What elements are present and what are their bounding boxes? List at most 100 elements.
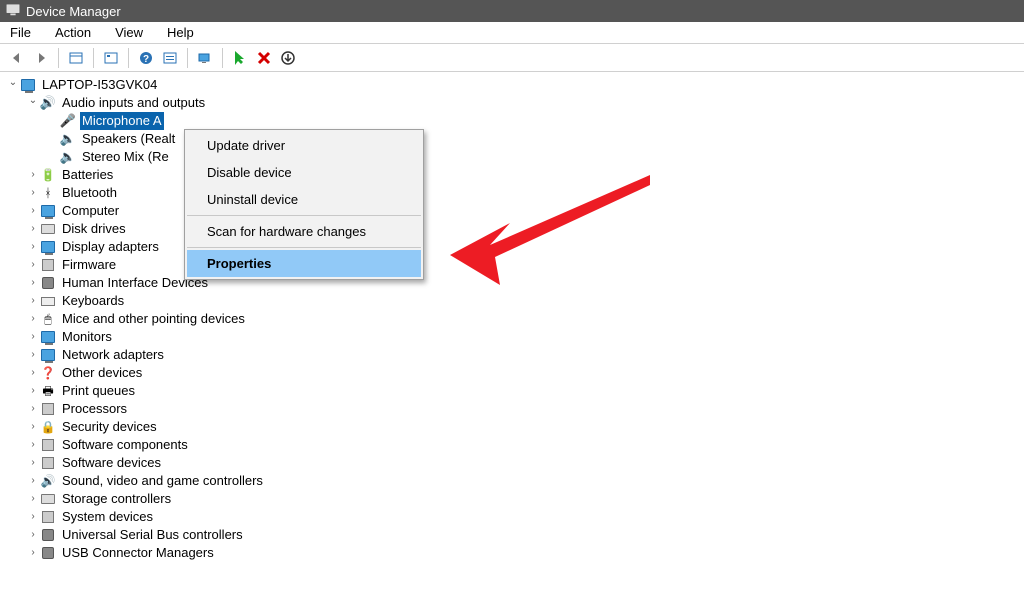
properties-button[interactable] <box>100 47 122 69</box>
category-node[interactable]: Human Interface Devices <box>26 274 1024 292</box>
chevron-right-icon[interactable] <box>26 310 40 328</box>
speaker-icon: 🔈 <box>60 131 76 147</box>
chevron-right-icon[interactable] <box>26 256 40 274</box>
category-node[interactable]: Storage controllers <box>26 490 1024 508</box>
category-label: Keyboards <box>60 292 126 310</box>
context-properties[interactable]: Properties <box>187 250 421 277</box>
chevron-right-icon[interactable] <box>26 220 40 238</box>
back-button[interactable] <box>6 47 28 69</box>
chevron-right-icon[interactable] <box>26 364 40 382</box>
context-update-driver[interactable]: Update driver <box>187 132 421 159</box>
category-node[interactable]: Monitors <box>26 328 1024 346</box>
chevron-right-icon[interactable] <box>26 490 40 508</box>
device-label: Microphone A <box>80 112 164 130</box>
menu-help[interactable]: Help <box>163 23 198 42</box>
chevron-right-icon[interactable] <box>26 238 40 256</box>
category-node[interactable]: Network adapters <box>26 346 1024 364</box>
enable-button[interactable] <box>229 47 251 69</box>
category-node[interactable]: Firmware <box>26 256 1024 274</box>
chevron-down-icon[interactable] <box>6 76 20 94</box>
scan-hardware-button[interactable] <box>194 47 216 69</box>
mice-and-other-pointing-devices-icon: 🖱 <box>40 311 56 327</box>
category-node[interactable]: Universal Serial Bus controllers <box>26 526 1024 544</box>
show-hidden-button[interactable] <box>65 47 87 69</box>
context-disable-device[interactable]: Disable device <box>187 159 421 186</box>
category-node[interactable]: 🔒Security devices <box>26 418 1024 436</box>
category-node[interactable]: Computer <box>26 202 1024 220</box>
chevron-right-icon[interactable] <box>26 400 40 418</box>
processors-icon <box>40 401 56 417</box>
display-adapters-icon <box>40 239 56 255</box>
toolbar: ? <box>0 44 1024 72</box>
category-node[interactable]: USB Connector Managers <box>26 544 1024 562</box>
category-node[interactable]: System devices <box>26 508 1024 526</box>
other-devices-icon: ❓ <box>40 365 56 381</box>
chevron-right-icon[interactable] <box>26 328 40 346</box>
category-node[interactable]: Keyboards <box>26 292 1024 310</box>
disk-drives-icon <box>40 221 56 237</box>
category-audio[interactable]: 🔊 Audio inputs and outputs <box>26 94 1024 112</box>
category-label: Network adapters <box>60 346 166 364</box>
category-node[interactable]: 🔋Batteries <box>26 166 1024 184</box>
toolbar-separator <box>58 48 59 68</box>
universal-serial-bus-controllers-icon <box>40 527 56 543</box>
action-button[interactable] <box>159 47 181 69</box>
menu-file[interactable]: File <box>6 23 35 42</box>
category-node[interactable]: Software components <box>26 436 1024 454</box>
chevron-right-icon[interactable] <box>26 292 40 310</box>
category-node[interactable]: ❓Other devices <box>26 364 1024 382</box>
context-scan-hardware[interactable]: Scan for hardware changes <box>187 218 421 245</box>
menu-view[interactable]: View <box>111 23 147 42</box>
speaker-icon: 🔈 <box>60 149 76 165</box>
chevron-right-icon[interactable] <box>26 418 40 436</box>
window-title: Device Manager <box>26 4 121 19</box>
chevron-right-icon[interactable] <box>26 166 40 184</box>
chevron-right-icon[interactable] <box>26 202 40 220</box>
chevron-down-icon[interactable] <box>26 94 40 112</box>
chevron-right-icon[interactable] <box>26 472 40 490</box>
computer-icon <box>40 203 56 219</box>
category-label: Bluetooth <box>60 184 119 202</box>
category-node[interactable]: 🖶Print queues <box>26 382 1024 400</box>
uninstall-button[interactable] <box>253 47 275 69</box>
chevron-right-icon[interactable] <box>26 526 40 544</box>
human-interface-devices-icon <box>40 275 56 291</box>
category-label: Disk drives <box>60 220 128 238</box>
chevron-right-icon[interactable] <box>26 274 40 292</box>
forward-button[interactable] <box>30 47 52 69</box>
chevron-right-icon[interactable] <box>26 346 40 364</box>
system-devices-icon <box>40 509 56 525</box>
category-node[interactable]: Disk drives <box>26 220 1024 238</box>
computer-icon <box>20 77 36 93</box>
chevron-right-icon[interactable] <box>26 544 40 562</box>
update-driver-button[interactable] <box>277 47 299 69</box>
chevron-right-icon[interactable] <box>26 184 40 202</box>
context-uninstall-device[interactable]: Uninstall device <box>187 186 421 213</box>
monitors-icon <box>40 329 56 345</box>
chevron-right-icon[interactable] <box>26 508 40 526</box>
app-icon <box>6 3 20 20</box>
usb-connector-managers-icon <box>40 545 56 561</box>
device-microphone[interactable]: 🎤 Microphone A <box>46 112 1024 130</box>
bluetooth-icon: ᚼ <box>40 185 56 201</box>
category-node[interactable]: Display adapters <box>26 238 1024 256</box>
chevron-right-icon[interactable] <box>26 436 40 454</box>
menu-action[interactable]: Action <box>51 23 95 42</box>
category-node[interactable]: Software devices <box>26 454 1024 472</box>
title-bar: Device Manager <box>0 0 1024 22</box>
print-queues-icon: 🖶 <box>40 383 56 399</box>
category-label: Batteries <box>60 166 115 184</box>
category-label: Other devices <box>60 364 144 382</box>
device-tree: LAPTOP-I53GVK04 🔊 Audio inputs and outpu… <box>0 72 1024 562</box>
category-node[interactable]: Processors <box>26 400 1024 418</box>
category-node[interactable]: ᚼBluetooth <box>26 184 1024 202</box>
tree-root-node[interactable]: LAPTOP-I53GVK04 <box>6 76 1024 94</box>
category-label: USB Connector Managers <box>60 544 216 562</box>
chevron-right-icon[interactable] <box>26 382 40 400</box>
category-label: Sound, video and game controllers <box>60 472 265 490</box>
category-node[interactable]: 🖱Mice and other pointing devices <box>26 310 1024 328</box>
chevron-right-icon[interactable] <box>26 454 40 472</box>
category-label: Mice and other pointing devices <box>60 310 247 328</box>
help-button[interactable]: ? <box>135 47 157 69</box>
category-node[interactable]: 🔊Sound, video and game controllers <box>26 472 1024 490</box>
